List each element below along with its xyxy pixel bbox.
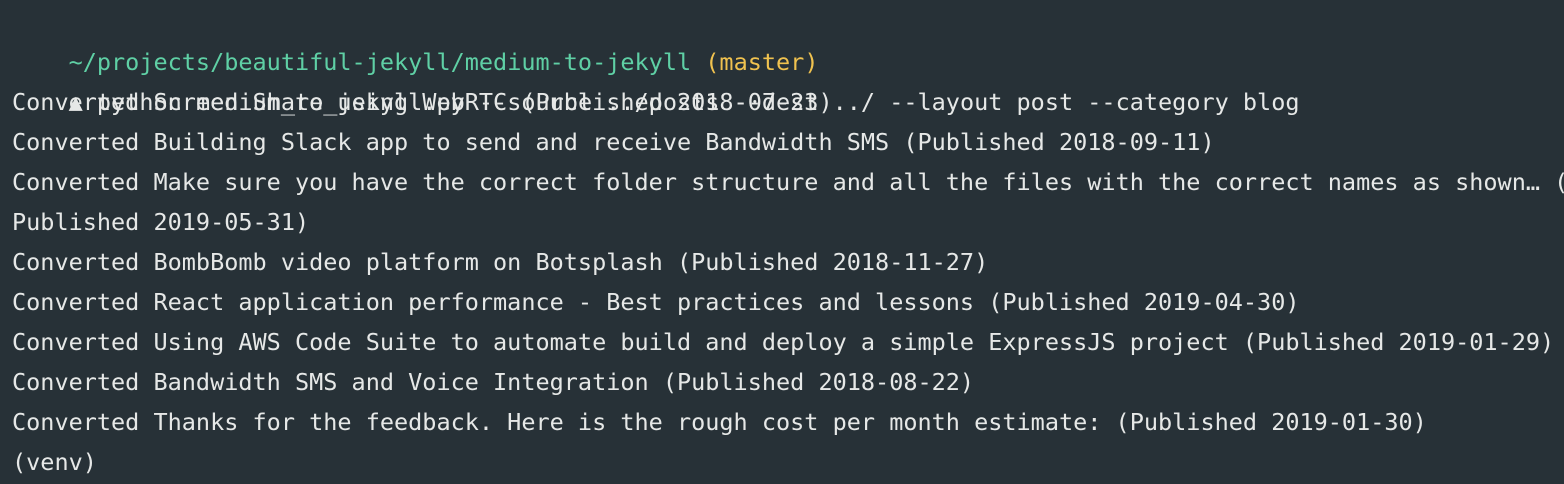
output-line: Converted Make sure you have the correct… (12, 168, 1564, 196)
output-line: Converted BombBomb video platform on Bot… (12, 248, 989, 276)
output-line: Published 2019-05-31) (12, 208, 310, 236)
output-line: Converted Screen Share using WebRTC (Pub… (12, 88, 833, 116)
output-line: Converted React application performance … (12, 288, 1300, 316)
terminal-window[interactable]: ~/projects/beautiful-jekyll/medium-to-je… (0, 0, 1564, 484)
prompt-line: ~/projects/beautiful-jekyll/medium-to-je… (12, 2, 819, 76)
command-line: ▲ python medium_to_jekyll.py --source ..… (12, 42, 1300, 116)
venv-indicator: (venv) (12, 448, 97, 476)
output-line: Converted Thanks for the feedback. Here … (12, 408, 1427, 436)
output-line: Converted Building Slack app to send and… (12, 128, 1215, 156)
output-line: Converted Using AWS Code Suite to automa… (12, 328, 1555, 356)
output-line: Converted Bandwidth SMS and Voice Integr… (12, 368, 975, 396)
